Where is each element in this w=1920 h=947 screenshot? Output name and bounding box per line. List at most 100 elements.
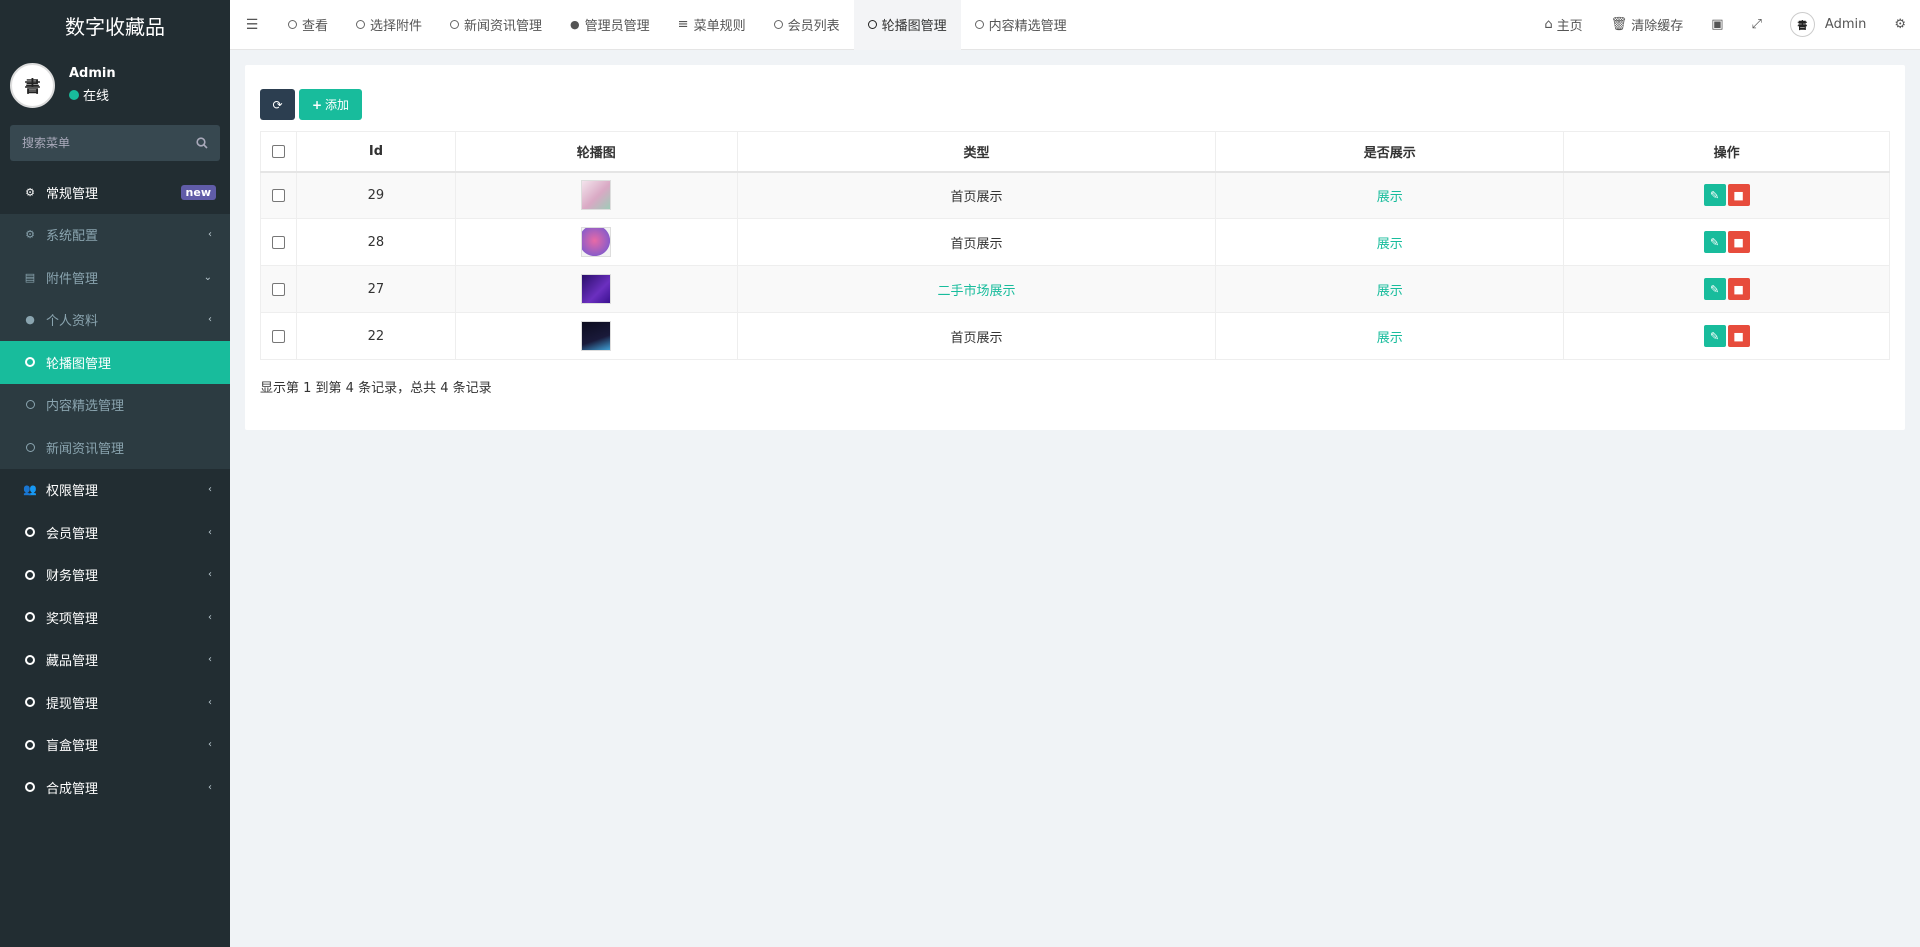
circle-icon bbox=[22, 442, 38, 452]
toolbar: ⟳ + 添加 bbox=[260, 89, 362, 120]
edit-button[interactable]: ✎ bbox=[1703, 231, 1726, 253]
refresh-button[interactable]: ⟳ bbox=[260, 89, 295, 120]
delete-button[interactable]: ■ bbox=[1727, 278, 1750, 300]
sidebar-item-awards[interactable]: 奖项管理 ‹ bbox=[0, 596, 230, 639]
select-all-checkbox[interactable] bbox=[271, 144, 285, 158]
chevron-left-icon: ‹ bbox=[208, 696, 212, 708]
fullscreen-icon[interactable]: ⤢ bbox=[1738, 17, 1776, 32]
pagination-summary: 显示第 1 到第 4 条记录，总共 4 条记录 bbox=[260, 381, 492, 396]
clear-cache-button[interactable]: 🗑 清除缓存 bbox=[1597, 15, 1698, 34]
add-label: 添加 bbox=[325, 98, 350, 112]
chevron-left-icon: ‹ bbox=[208, 611, 212, 623]
row-checkbox[interactable] bbox=[271, 329, 285, 343]
chevron-left-icon: ‹ bbox=[208, 526, 212, 538]
sidebar-item-members[interactable]: 会员管理 ‹ bbox=[0, 511, 230, 554]
sidebar-item-blindbox[interactable]: 盲盒管理 ‹ bbox=[0, 724, 230, 767]
tab-carousel[interactable]: 轮播图管理 bbox=[853, 0, 961, 50]
row-show-status[interactable]: 展示 bbox=[1215, 171, 1565, 219]
tab-member-list[interactable]: 会员列表 bbox=[760, 0, 854, 50]
chevron-left-icon: ‹ bbox=[208, 229, 212, 241]
tab-label: 新闻资讯管理 bbox=[464, 19, 543, 34]
carousel-thumbnail[interactable] bbox=[581, 180, 612, 211]
delete-button[interactable]: ■ bbox=[1727, 231, 1750, 253]
language-icon[interactable]: ▣ bbox=[1697, 17, 1737, 32]
refresh-icon: ⟳ bbox=[272, 97, 283, 112]
circle-icon bbox=[288, 20, 297, 29]
tab-menu-rules[interactable]: ≡ 菜单规则 bbox=[664, 0, 760, 50]
sidebar-item-label: 轮播图管理 bbox=[46, 356, 112, 372]
carousel-table: Id 轮播图 类型 是否展示 操作 29 首页展示 展示 ✎■ 28 首页展示 bbox=[260, 131, 1890, 360]
tab-featured-content[interactable]: 内容精选管理 bbox=[961, 0, 1081, 50]
search-icon[interactable] bbox=[196, 137, 208, 149]
sidebar-item-withdrawals[interactable]: 提现管理 ‹ bbox=[0, 681, 230, 724]
circle-icon bbox=[773, 20, 783, 29]
table-header-row: Id 轮播图 类型 是否展示 操作 bbox=[260, 131, 1890, 173]
circle-icon bbox=[22, 527, 38, 538]
home-label: 主页 bbox=[1556, 19, 1583, 34]
sidebar-item-collections[interactable]: 藏品管理 ‹ bbox=[0, 639, 230, 682]
row-image-cell bbox=[454, 218, 738, 266]
circle-icon bbox=[974, 20, 984, 29]
sidebar-item-label: 内容精选管理 bbox=[46, 399, 125, 415]
sidebar: 数字收藏品 書 Admin 在线 ⚙ 常规管理 new ⚙ 系统配置 ‹ ▤ 附… bbox=[0, 0, 230, 947]
delete-button[interactable]: ■ bbox=[1727, 325, 1750, 347]
admin-menu[interactable]: 書 Admin bbox=[1776, 12, 1880, 37]
edit-button[interactable]: ✎ bbox=[1703, 325, 1726, 347]
row-show-status[interactable]: 展示 bbox=[1215, 265, 1565, 313]
user-icon: ● bbox=[25, 313, 35, 327]
sidebar-item-label: 财务管理 bbox=[46, 569, 99, 585]
menu-toggle-icon[interactable]: ☰ bbox=[230, 17, 274, 33]
tab-select-attachment[interactable]: 选择附件 bbox=[342, 0, 436, 50]
row-image-cell bbox=[454, 312, 738, 360]
row-type: 首页展示 bbox=[736, 171, 1217, 219]
sidebar-item-carousel[interactable]: 轮播图管理 bbox=[0, 341, 230, 384]
row-type[interactable]: 二手市场展示 bbox=[736, 265, 1217, 313]
row-select-cell bbox=[260, 218, 297, 266]
sidebar-item-system-config[interactable]: ⚙ 系统配置 ‹ bbox=[0, 213, 230, 256]
user-panel: 書 Admin 在线 bbox=[0, 50, 230, 120]
chevron-down-icon: ⌄ bbox=[203, 271, 212, 283]
carousel-thumbnail[interactable] bbox=[581, 321, 612, 351]
sidebar-item-permissions[interactable]: 👥 权限管理 ‹ bbox=[0, 469, 230, 512]
table-row: 27 二手市场展示 展示 ✎ ■ bbox=[260, 265, 1890, 313]
sidebar-item-finance[interactable]: 财务管理 ‹ bbox=[0, 554, 230, 597]
avatar-text: 書 bbox=[24, 77, 41, 96]
carousel-thumbnail[interactable] bbox=[581, 274, 612, 304]
row-show-status[interactable]: 展示 bbox=[1215, 218, 1565, 266]
tab-admins[interactable]: ● 管理员管理 bbox=[556, 0, 664, 50]
menu-search-input[interactable] bbox=[22, 136, 182, 150]
tab-view[interactable]: 查看 bbox=[274, 0, 342, 50]
column-header-id[interactable]: Id bbox=[295, 131, 456, 173]
row-image-cell bbox=[454, 265, 738, 313]
home-link[interactable]: ⌂ 主页 bbox=[1530, 15, 1596, 34]
row-checkbox[interactable] bbox=[271, 188, 285, 202]
admin-name: Admin bbox=[1824, 17, 1867, 32]
users-icon: 👥 bbox=[23, 483, 37, 497]
carousel-thumbnail[interactable] bbox=[581, 227, 612, 257]
avatar-text: 書 bbox=[1797, 21, 1808, 32]
row-image-cell bbox=[454, 171, 738, 219]
sidebar-item-profile[interactable]: ● 个人资料 ‹ bbox=[0, 298, 230, 341]
brand-logo[interactable]: 数字收藏品 bbox=[0, 0, 230, 50]
row-checkbox[interactable] bbox=[271, 235, 285, 249]
tab-news[interactable]: 新闻资讯管理 bbox=[436, 0, 556, 50]
circle-icon bbox=[22, 612, 38, 623]
edit-button[interactable]: ✎ bbox=[1703, 278, 1726, 300]
sidebar-item-general[interactable]: ⚙ 常规管理 new bbox=[0, 171, 230, 214]
row-show-status[interactable]: 展示 bbox=[1215, 312, 1565, 360]
chevron-left-icon: ‹ bbox=[208, 569, 212, 581]
table-row: 22 首页展示 展示 ✎ ■ bbox=[260, 312, 1890, 360]
sidebar-item-featured-content[interactable]: 内容精选管理 bbox=[0, 383, 230, 426]
sidebar-item-label: 附件管理 bbox=[46, 271, 99, 287]
cogs-icon[interactable]: ⚙ bbox=[1880, 17, 1920, 32]
edit-button[interactable]: ✎ bbox=[1703, 184, 1726, 207]
delete-button[interactable]: ■ bbox=[1727, 184, 1750, 207]
sidebar-item-news[interactable]: 新闻资讯管理 bbox=[0, 426, 230, 469]
add-button[interactable]: + 添加 bbox=[299, 89, 362, 120]
sidebar-item-attachments[interactable]: ▤ 附件管理 ⌄ bbox=[0, 256, 230, 299]
row-actions: ✎ ■ bbox=[1563, 171, 1890, 219]
row-actions: ✎ ■ bbox=[1563, 218, 1890, 266]
row-checkbox[interactable] bbox=[271, 282, 285, 296]
sidebar-item-synthesis[interactable]: 合成管理 ‹ bbox=[0, 766, 230, 809]
topbar: ☰ 查看 选择附件 新闻资讯管理 ● 管理员管理 ≡ 菜单规则 会员列表 轮播图管理… bbox=[230, 0, 1920, 50]
